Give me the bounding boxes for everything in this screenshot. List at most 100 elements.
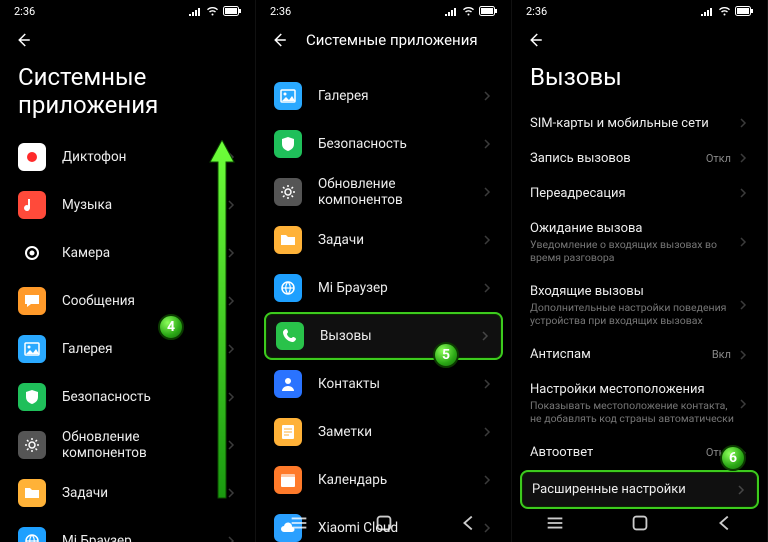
settings-item[interactable]: Переадресация [520, 176, 759, 211]
nav-home-icon[interactable] [373, 512, 395, 534]
chevron-right-icon [481, 138, 493, 150]
item-label: Галерея [62, 341, 225, 357]
list-item[interactable]: Галерея [8, 325, 247, 373]
globe-icon [18, 527, 46, 542]
list-item[interactable]: Безопасность [264, 120, 503, 168]
calendar-icon [274, 466, 302, 494]
wifi-icon [462, 6, 475, 16]
back-icon[interactable] [270, 31, 288, 49]
list-item[interactable]: Камера [8, 229, 247, 277]
chevron-right-icon [481, 186, 493, 198]
item-label: Запись вызовов [530, 151, 706, 166]
list-item[interactable]: Заметки [264, 408, 503, 456]
item-label: Mi Браузер [62, 533, 225, 542]
list-item[interactable]: Mi Браузер [264, 264, 503, 312]
status-icons [701, 6, 753, 16]
chevron-right-icon [225, 343, 237, 355]
list-item[interactable]: Календарь [264, 456, 503, 504]
item-label: Музыка [62, 197, 225, 213]
note-icon [274, 418, 302, 446]
page-title: Вызовы [512, 58, 767, 106]
phone-icon [276, 322, 304, 350]
item-label: SIM-карты и мобильные сети [530, 116, 737, 131]
page-title: Системные приложения [0, 58, 255, 133]
status-bar: 2:36 [512, 0, 767, 22]
item-label: Задачи [62, 485, 225, 501]
list-item[interactable]: Задачи [264, 216, 503, 264]
header-row: Системные приложения [256, 22, 511, 58]
page-title: Системные приложения [306, 31, 478, 49]
item-label: Безопасность [318, 136, 481, 152]
settings-item[interactable]: Входящие вызовы Дополнительные настройки … [520, 274, 759, 337]
chevron-right-icon [225, 199, 237, 211]
list-item[interactable]: Сообщения [8, 277, 247, 325]
item-subtitle: Дополнительные настройки поведения устро… [530, 301, 737, 327]
settings-item[interactable]: АнтиспамВкл [520, 337, 759, 372]
item-subtitle: Показывать местоположение контакта, не д… [530, 399, 737, 425]
chevron-right-icon [737, 349, 749, 361]
nav-menu-icon[interactable] [544, 512, 566, 534]
settings-item[interactable]: Ожидание вызоваУведомление о входящих вы… [520, 211, 759, 274]
list-item[interactable]: Mi Браузер [8, 517, 247, 542]
shield-icon [274, 130, 302, 158]
back-icon[interactable] [14, 31, 32, 49]
shield-icon [18, 383, 46, 411]
app-list: Галерея Безопасность Обновление компоненто… [256, 72, 511, 542]
settings-item[interactable]: Запись вызововОткл [520, 141, 759, 176]
list-item[interactable]: Галерея [264, 72, 503, 120]
item-label: Антиспам [530, 347, 712, 362]
gear-icon [18, 431, 46, 459]
list-item[interactable]: Обновление компонентов [264, 168, 503, 216]
chevron-right-icon [737, 299, 749, 311]
item-value: Откл [706, 152, 731, 165]
back-icon[interactable] [526, 31, 544, 49]
signal-icon [445, 6, 458, 16]
item-label: Галерея [318, 88, 481, 104]
chevron-right-icon [481, 282, 493, 294]
settings-item[interactable]: Расширенные настройки [520, 470, 759, 509]
nav-home-icon[interactable] [629, 512, 651, 534]
image-icon [274, 82, 302, 110]
item-label: Камера [62, 245, 225, 261]
chevron-right-icon [481, 474, 493, 486]
status-icons [189, 6, 241, 16]
item-label: Mi Браузер [318, 280, 481, 296]
list-item[interactable]: Обновление компонентов [8, 421, 247, 469]
chat-icon [18, 287, 46, 315]
screen-system-apps-2: 2:36 Системные приложения Галерея Безопас… [256, 0, 512, 542]
item-label: Входящие вызовы [530, 284, 737, 299]
folder-icon [18, 479, 46, 507]
item-label: Безопасность [62, 389, 225, 405]
step-badge-6: 6 [720, 445, 746, 471]
chevron-right-icon [225, 391, 237, 403]
battery-icon [223, 6, 241, 16]
header-row [512, 22, 767, 58]
chevron-right-icon [479, 330, 491, 342]
list-item[interactable]: Вызовы [264, 312, 503, 360]
chevron-right-icon [737, 152, 749, 164]
list-item[interactable]: Безопасность [8, 373, 247, 421]
settings-item[interactable]: Настройки местоположенияПоказывать место… [520, 372, 759, 435]
step-badge-4: 4 [158, 314, 184, 340]
chevron-right-icon [737, 117, 749, 129]
settings-item[interactable]: SIM-карты и мобильные сети [520, 106, 759, 141]
item-label: Расширенные настройки [532, 482, 735, 497]
chevron-right-icon [481, 426, 493, 438]
item-label: Диктофон [62, 149, 225, 165]
nav-back-icon[interactable] [458, 512, 480, 534]
status-time: 2:36 [526, 5, 547, 18]
list-item[interactable]: Задачи [8, 469, 247, 517]
item-label: Автоответ [530, 445, 706, 460]
status-time: 2:36 [270, 5, 291, 18]
header-row [0, 22, 255, 58]
screen-system-apps-1: 2:36 Системные приложения ДиктофонМузыка… [0, 0, 256, 542]
record-icon [18, 143, 46, 171]
person-icon [274, 370, 302, 398]
nav-back-icon[interactable] [714, 512, 736, 534]
list-item[interactable]: Музыка [8, 181, 247, 229]
nav-menu-icon[interactable] [288, 512, 310, 534]
list-item[interactable]: Контакты [264, 360, 503, 408]
chevron-right-icon [481, 90, 493, 102]
wifi-icon [718, 6, 731, 16]
list-item[interactable]: Диктофон [8, 133, 247, 181]
